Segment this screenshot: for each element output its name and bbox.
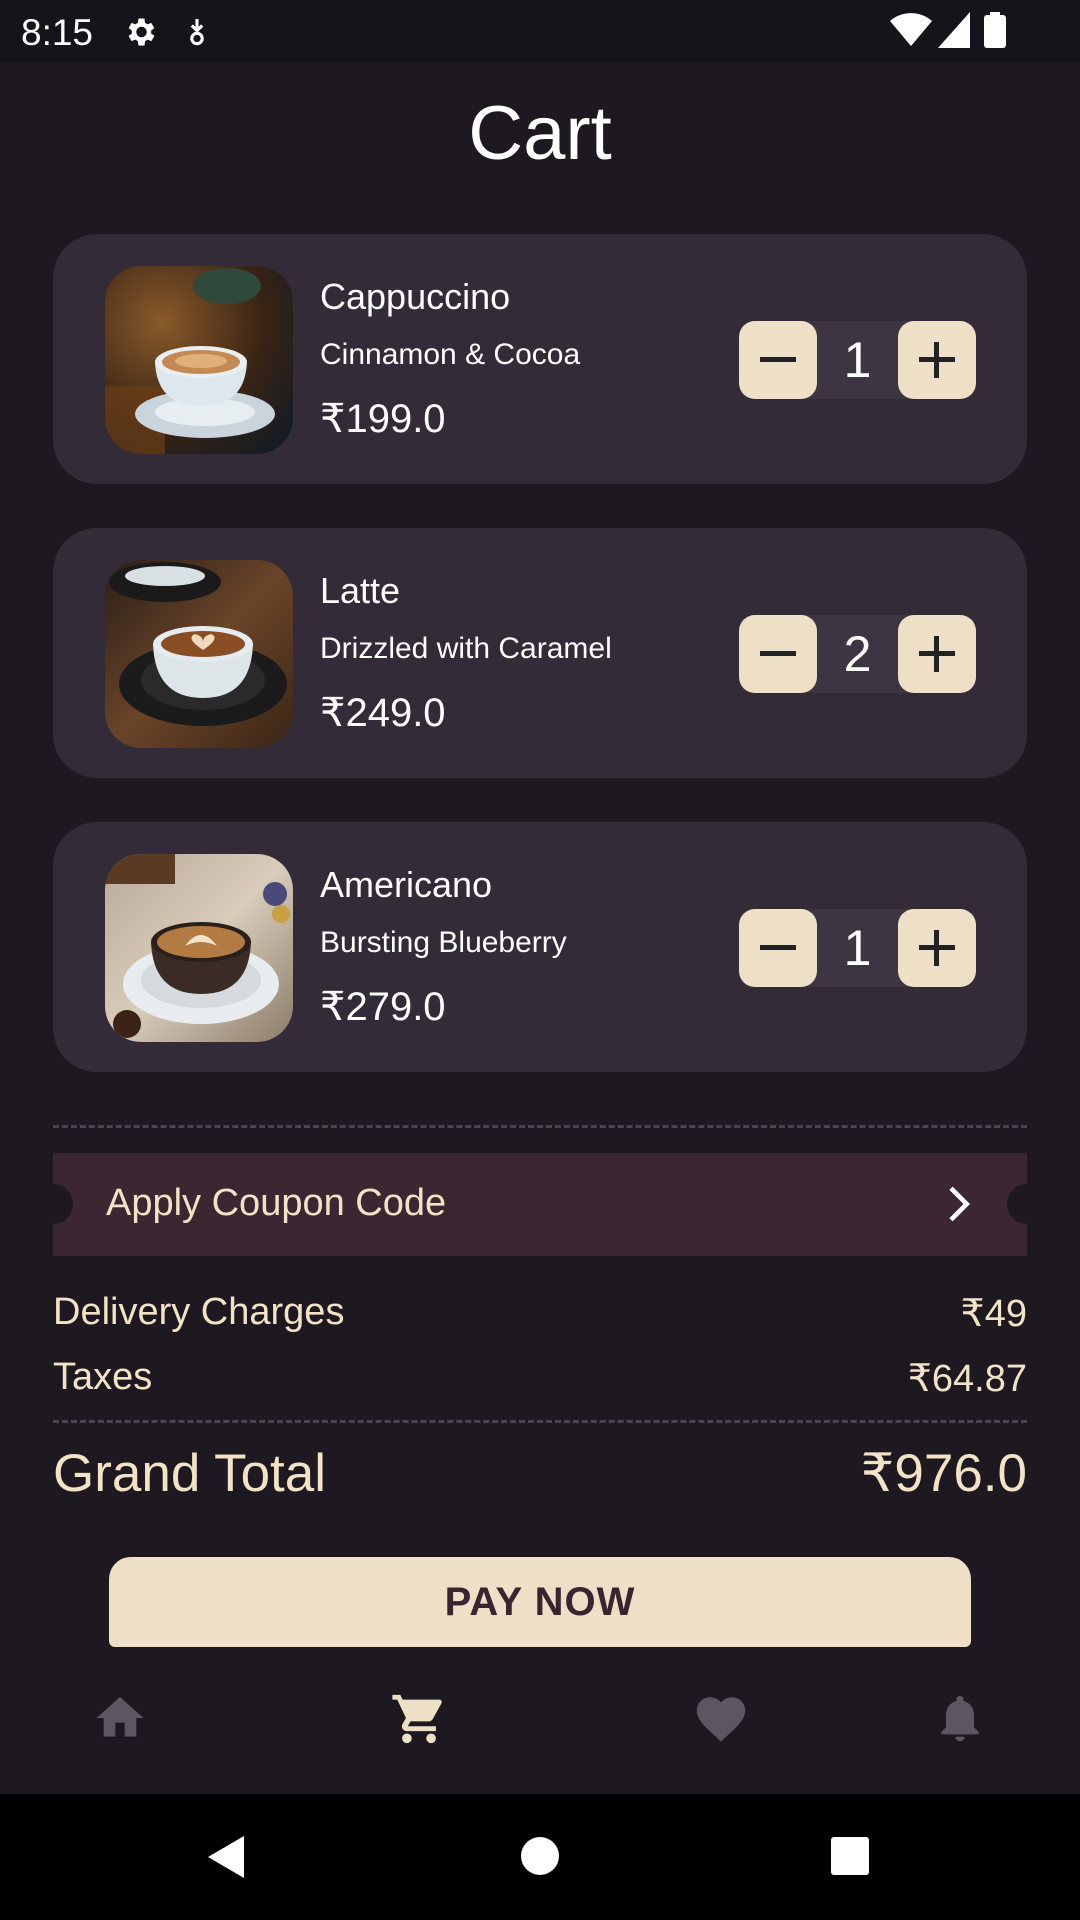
nav-home[interactable]	[80, 1662, 160, 1794]
item-description: Drizzled with Caramel	[320, 632, 612, 665]
dashed-divider	[53, 1420, 1027, 1423]
quantity-stepper: 1	[739, 909, 976, 987]
system-navigation-bar	[0, 1794, 1080, 1920]
chevron-right-icon	[949, 1186, 970, 1222]
nav-favorites[interactable]	[680, 1662, 760, 1794]
download-icon	[190, 19, 204, 46]
decrease-quantity-button[interactable]	[739, 909, 817, 987]
quantity-value: 1	[843, 920, 872, 976]
cart-item-card: Americano Bursting Blueberry ₹279.0 1	[53, 822, 1027, 1072]
signal-icon	[938, 12, 970, 48]
taxes-value: ₹64.87	[907, 1358, 1027, 1400]
recents-icon[interactable]	[830, 1836, 870, 1876]
page-title: Cart	[468, 91, 612, 176]
settings-icon	[128, 18, 155, 46]
cart-icon	[392, 1694, 442, 1744]
nav-cart[interactable]	[378, 1662, 458, 1794]
coupon-notch-left	[33, 1184, 73, 1224]
decrease-quantity-button[interactable]	[739, 615, 817, 693]
cart-item-card: Cappuccino Cinnamon & Cocoa ₹199.0 1	[53, 234, 1027, 484]
quantity-stepper: 2	[739, 615, 976, 693]
heart-icon	[696, 1697, 746, 1742]
item-name: Latte	[320, 570, 401, 611]
nav-notifications[interactable]	[920, 1662, 1000, 1794]
product-image	[105, 560, 293, 748]
plus-icon	[919, 342, 955, 378]
delivery-charges-label: Delivery Charges	[53, 1291, 345, 1333]
taxes-label: Taxes	[53, 1356, 153, 1398]
item-price: ₹279.0	[320, 985, 446, 1029]
status-bar: 8:15	[0, 0, 1080, 62]
coupon-notch-right	[1007, 1184, 1047, 1224]
plus-icon	[919, 636, 955, 672]
minus-icon	[760, 357, 796, 362]
coupon-label: Apply Coupon Code	[106, 1182, 447, 1224]
item-name: Americano	[320, 864, 493, 905]
increase-quantity-button[interactable]	[898, 909, 976, 987]
delivery-charges-value: ₹49	[960, 1293, 1027, 1335]
apply-coupon-button[interactable]: Apply Coupon Code	[33, 1153, 1047, 1256]
product-image	[105, 266, 293, 454]
dashed-divider	[53, 1125, 1027, 1128]
bottom-navigation	[0, 1662, 1080, 1794]
grand-total-value: ₹976.0	[860, 1444, 1027, 1503]
item-description: Bursting Blueberry	[320, 926, 567, 959]
item-price: ₹199.0	[320, 397, 446, 441]
home-icon	[96, 1697, 144, 1737]
plus-icon	[919, 930, 955, 966]
cart-item-card: Latte Drizzled with Caramel ₹249.0 2	[53, 528, 1027, 778]
item-name: Cappuccino	[320, 276, 511, 317]
bell-icon	[941, 1695, 979, 1742]
quantity-stepper: 1	[739, 321, 976, 399]
increase-quantity-button[interactable]	[898, 615, 976, 693]
quantity-value: 1	[843, 332, 872, 388]
minus-icon	[760, 651, 796, 656]
minus-icon	[760, 945, 796, 950]
home-circle-icon[interactable]	[520, 1836, 560, 1876]
product-image	[105, 854, 293, 1042]
status-time: 8:15	[21, 12, 94, 53]
pay-now-button[interactable]: PAY NOW	[109, 1557, 971, 1647]
battery-icon	[984, 12, 1006, 48]
wifi-icon	[890, 13, 932, 46]
grand-total-label: Grand Total	[53, 1444, 327, 1503]
item-description: Cinnamon & Cocoa	[320, 338, 581, 371]
quantity-value: 2	[843, 626, 872, 682]
increase-quantity-button[interactable]	[898, 321, 976, 399]
decrease-quantity-button[interactable]	[739, 321, 817, 399]
item-price: ₹249.0	[320, 691, 446, 735]
back-icon[interactable]	[204, 1834, 250, 1880]
